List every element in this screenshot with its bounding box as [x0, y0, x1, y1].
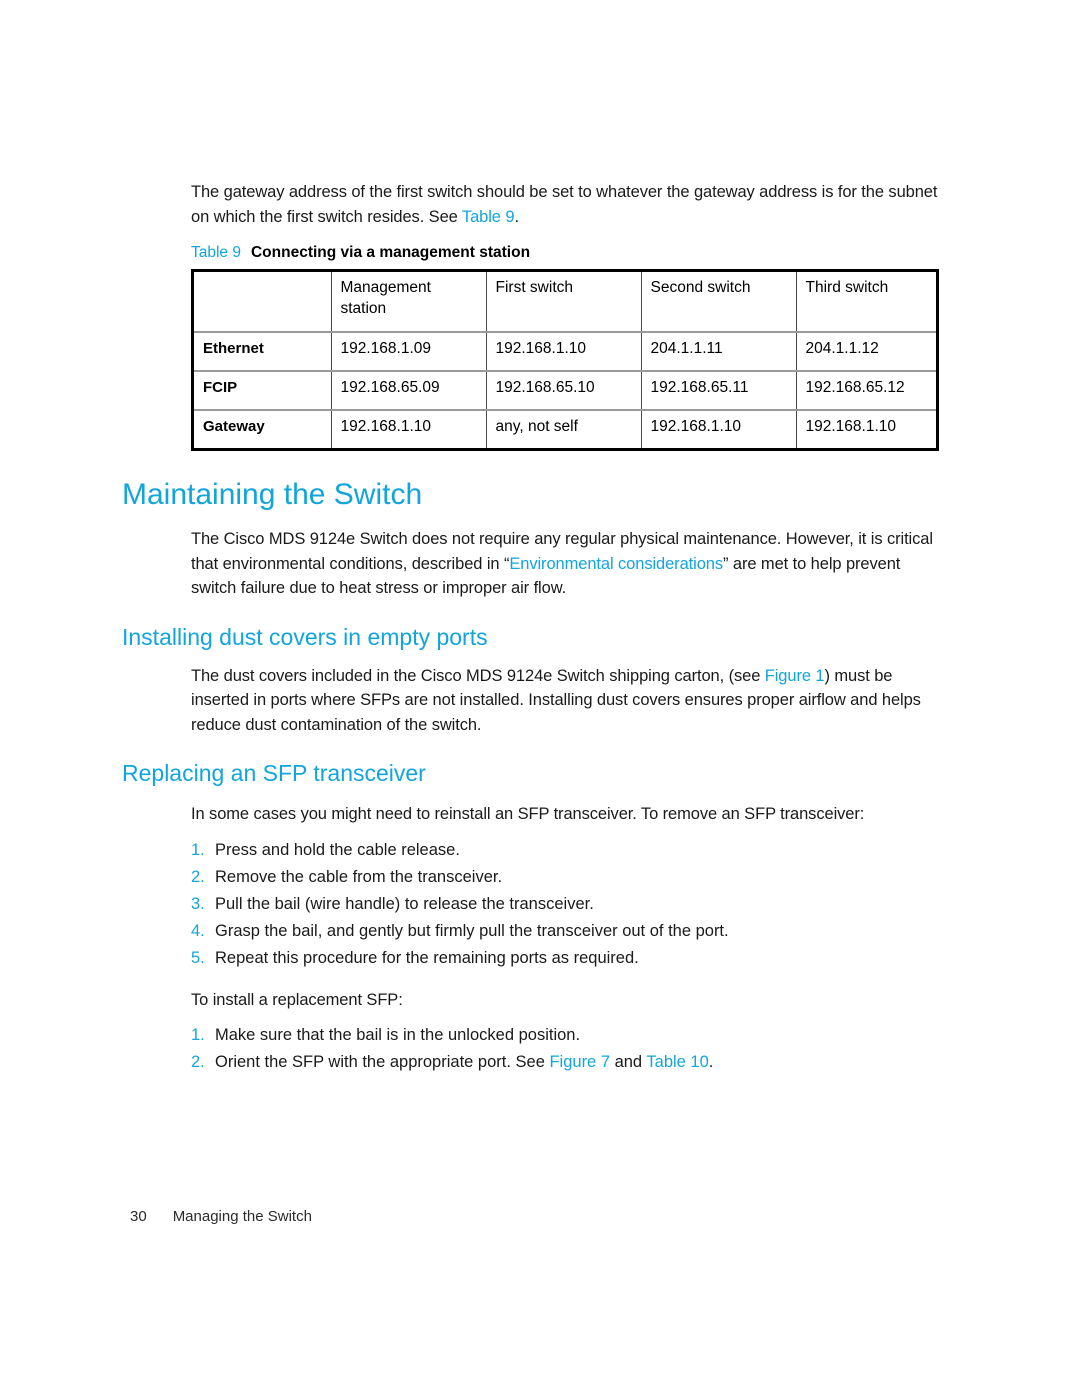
list-item-number: 2.: [191, 867, 205, 886]
cell-fcip-third: 192.168.65.12: [795, 371, 936, 411]
table-header-third-switch: Third switch: [795, 272, 936, 333]
environmental-considerations-link[interactable]: Environmental considerations: [509, 555, 723, 573]
list-item-text-post: .: [708, 1053, 714, 1071]
table-caption-title: Connecting via a management station: [250, 244, 531, 261]
row-label-fcip: FCIP: [194, 371, 331, 411]
cell-fcip-second: 192.168.65.11: [640, 371, 796, 411]
table-9-reference-link[interactable]: Table 9: [462, 208, 515, 226]
footer-page-number: 30: [130, 1208, 147, 1225]
intro-paragraph-post: .: [514, 207, 519, 226]
page-footer: 30 Managing the Switch: [130, 1208, 312, 1225]
cell-fcip-management: 192.168.65.09: [330, 371, 486, 411]
figure-1-reference-link[interactable]: Figure 1: [765, 667, 825, 685]
heading-installing-dust-covers: Installing dust covers in empty ports: [122, 623, 488, 650]
cell-gateway-management: 192.168.1.10: [330, 410, 486, 448]
list-item-number: 3.: [191, 894, 205, 913]
sfp-lead-paragraph: In some cases you might need to reinstal…: [191, 805, 865, 823]
list-item-text-mid: and: [610, 1053, 647, 1071]
list-item-number: 4.: [191, 921, 205, 940]
cell-ethernet-second: 204.1.1.11: [640, 332, 796, 372]
list-item: 2. Remove the cable from the transceiver.: [191, 864, 942, 891]
cell-fcip-first: 192.168.65.10: [485, 371, 641, 411]
list-item-text-pre: Orient the SFP with the appropriate port…: [215, 1053, 550, 1071]
table-row: Gateway 192.168.1.10 any, not self 192.1…: [194, 410, 936, 448]
sfp-install-steps: 1. Make sure that the bail is in the unlo…: [191, 1022, 942, 1076]
cell-gateway-first: any, not self: [485, 410, 641, 448]
document-page: The gateway address of the first switch …: [0, 0, 1080, 1397]
figure-7-reference-link[interactable]: Figure 7: [549, 1053, 610, 1071]
table-header-first-switch: First switch: [485, 272, 641, 333]
list-item-text: Grasp the bail, and gently but firmly pu…: [215, 921, 729, 940]
table-header-second-switch: Second switch: [640, 272, 796, 333]
list-item-text: Press and hold the cable release.: [215, 840, 460, 859]
table-header-blank: [194, 272, 331, 333]
intro-paragraph-pre: The gateway address of the first switch …: [191, 183, 938, 226]
list-item: 1. Press and hold the cable release.: [191, 837, 942, 864]
cell-gateway-third: 192.168.1.10: [795, 410, 936, 448]
list-item-text: Pull the bail (wire handle) to release t…: [215, 894, 594, 913]
list-item-text: Remove the cable from the transceiver.: [215, 867, 503, 886]
intro-paragraph: The gateway address of the first switch …: [191, 180, 942, 229]
list-item: 1. Make sure that the bail is in the unlo…: [191, 1022, 942, 1049]
table-caption: Table 9 Connecting via a management stati…: [191, 243, 942, 263]
row-label-gateway: Gateway: [203, 418, 265, 435]
cell-ethernet-third: 204.1.1.12: [795, 332, 936, 372]
table-10-reference-link[interactable]: Table 10: [646, 1053, 708, 1071]
list-item: 2. Orient the SFP with the appropriate po…: [191, 1049, 942, 1076]
connection-table: Management station First switch Second s…: [194, 272, 936, 448]
cell-ethernet-management: 192.168.1.09: [330, 332, 486, 372]
table-header-row: Management station First switch Second s…: [194, 272, 936, 333]
sfp-install-lead: To install a replacement SFP:: [191, 990, 403, 1009]
table-caption-label: Table 9: [191, 244, 241, 261]
table-header-management-station: Management station: [330, 272, 486, 333]
heading-maintaining-the-switch: Maintaining the Switch: [122, 478, 423, 511]
page-content: The gateway address of the first switch …: [122, 180, 942, 1076]
list-item-number: 1.: [191, 840, 205, 859]
connection-table-wrapper: Management station First switch Second s…: [191, 269, 939, 451]
list-item-text: Make sure that the bail is in the unlock…: [215, 1026, 581, 1044]
list-item-number: 1.: [191, 1026, 205, 1044]
cell-ethernet-first: 192.168.1.10: [485, 332, 641, 372]
list-item-text: Repeat this procedure for the remaining …: [215, 948, 639, 967]
list-item: 5. Repeat this procedure for the remainin…: [191, 945, 942, 972]
cell-gateway-second: 192.168.1.10: [640, 410, 796, 448]
sfp-remove-steps: 1. Press and hold the cable release. 2. Re…: [191, 837, 942, 972]
dust-covers-paragraph-pre: The dust covers included in the Cisco MD…: [191, 666, 765, 685]
row-label-ethernet: Ethernet: [194, 332, 331, 372]
maintaining-paragraph: The Cisco MDS 9124e Switch does not requ…: [191, 527, 942, 601]
table-row: FCIP 192.168.65.09 192.168.65.10 192.168…: [194, 371, 936, 411]
table-row: Ethernet 192.168.1.09 192.168.1.10 204.1…: [194, 332, 936, 372]
list-item-number: 5.: [191, 948, 205, 967]
list-item-number: 2.: [191, 1053, 205, 1071]
list-item: 4. Grasp the bail, and gently but firmly …: [191, 918, 942, 945]
heading-replacing-sfp-transceiver: Replacing an SFP transceiver: [122, 760, 426, 786]
footer-section-title: Managing the Switch: [172, 1208, 312, 1225]
list-item: 3. Pull the bail (wire handle) to release…: [191, 891, 942, 918]
dust-covers-paragraph: The dust covers included in the Cisco MD…: [191, 664, 942, 738]
